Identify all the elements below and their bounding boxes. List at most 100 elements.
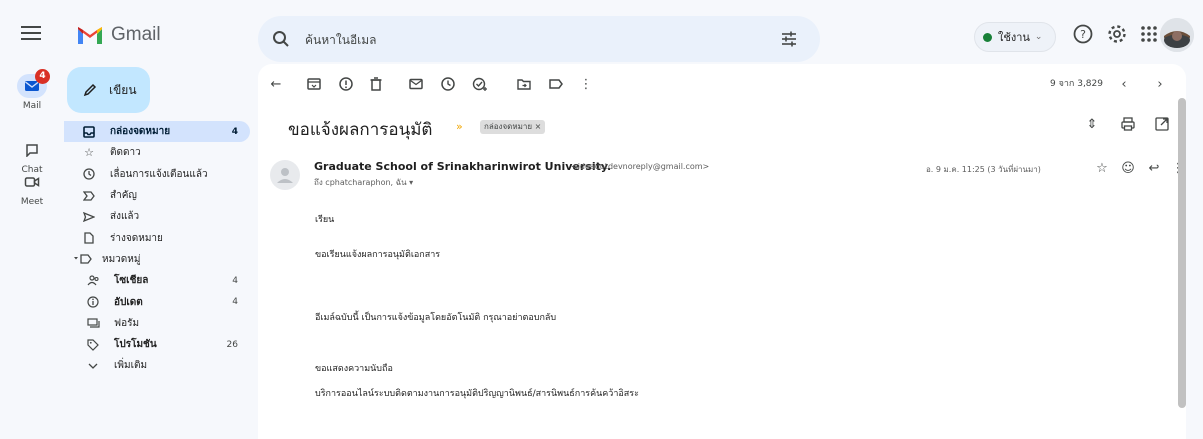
promotions-count: 26: [226, 339, 238, 350]
important-marker-icon[interactable]: »: [456, 120, 463, 133]
body-line-1: ขอเรียนแจ้งผลการอนุมัติเอกสาร: [315, 250, 441, 260]
social-count: 4: [232, 275, 238, 286]
rail-meet[interactable]: Meet: [0, 170, 64, 207]
sidebar-item-label: ร่างจดหมาย: [110, 232, 163, 244]
sidebar-item-label: สำคัญ: [110, 190, 137, 202]
reply-icon[interactable]: ↩: [1146, 160, 1162, 176]
search-input[interactable]: ค้นหาในอีเมล: [305, 31, 377, 50]
sidebar-item-sent[interactable]: ส่งแล้ว: [64, 206, 250, 227]
sidebar-item-more[interactable]: เพิ่มเติม: [64, 355, 250, 376]
sidebar-item-forums[interactable]: ฟอรัม: [64, 313, 250, 334]
email-subject: ขอแจ้งผลการอนุมัติ: [288, 120, 433, 140]
previous-page-icon[interactable]: ‹: [1116, 76, 1132, 92]
sidebar-nav: กล่องจดหมาย 4 ☆ ติดดาว เลื่อนการแจ้งเตือ…: [64, 121, 250, 377]
updates-count: 4: [232, 297, 238, 308]
account-avatar[interactable]: [1160, 18, 1194, 52]
inbox-count: 4: [231, 126, 238, 137]
meet-rail-icon-wrap: [17, 170, 47, 194]
main-menu-icon[interactable]: [21, 26, 41, 40]
status-label: ใช้งาน: [998, 31, 1030, 44]
recipients-line[interactable]: ถึง cphatcharaphon, ฉัน ▾: [314, 176, 413, 189]
status-dot-icon: [983, 32, 992, 42]
clock-icon: [82, 167, 96, 181]
status-button[interactable]: ใช้งาน ⌄: [974, 22, 1056, 52]
star-icon[interactable]: ☆: [1094, 160, 1110, 176]
inbox-icon: [82, 125, 96, 139]
archive-icon[interactable]: [306, 76, 322, 92]
sidebar-item-label: ฟอรัม: [114, 317, 140, 329]
email-date: อ. 9 ม.ค. 11:25 (3 วันที่ผ่านมา): [926, 165, 1041, 174]
sidebar-item-inbox[interactable]: กล่องจดหมาย 4: [64, 121, 250, 143]
draft-file-icon: [82, 231, 96, 245]
chat-icon: [26, 144, 38, 157]
message-toolbar: ← ⋮ 9 จาก 3,829 ‹ ›: [258, 64, 1186, 100]
sidebar-item-promotions[interactable]: โปรโมชัน 26: [64, 334, 250, 355]
more-vert-icon[interactable]: ⋮: [578, 76, 594, 92]
people-icon: [86, 274, 100, 288]
chevron-down-icon: ⌄: [1034, 32, 1043, 42]
sidebar-item-social[interactable]: โซเชียล 4: [64, 270, 250, 291]
sidebar-item-snoozed[interactable]: เลื่อนการแจ้งเตือนแล้ว: [64, 164, 250, 185]
sidebar-item-drafts[interactable]: ร่างจดหมาย: [64, 227, 250, 248]
rail-label-meet: Meet: [20, 197, 44, 207]
settings-icon[interactable]: [1106, 23, 1128, 45]
message-pane: ← ⋮ 9 จาก 3,829 ‹ › ขอแจ้งผลการอนุมัติ »: [258, 64, 1186, 439]
sidebar-item-label: เพิ่มเติม: [114, 360, 148, 372]
move-to-folder-icon[interactable]: [516, 76, 532, 92]
expand-all-icon[interactable]: ⇕: [1084, 116, 1100, 132]
open-new-window-icon[interactable]: [1154, 116, 1170, 132]
sidebar-item-starred[interactable]: ☆ ติดดาว: [64, 142, 250, 163]
rail-label-mail: Mail: [22, 101, 42, 111]
pager-count: 9 จาก 3,829: [1050, 79, 1103, 89]
report-spam-icon[interactable]: [338, 76, 354, 92]
compose-button[interactable]: เขียน: [67, 67, 150, 113]
mark-unread-icon[interactable]: [408, 76, 424, 92]
sender-avatar: [270, 160, 300, 190]
back-arrow-icon[interactable]: ←: [268, 76, 284, 92]
sidebar-item-important[interactable]: สำคัญ: [64, 185, 250, 206]
apps-grid-icon[interactable]: [1138, 23, 1160, 45]
pencil-icon: [83, 83, 97, 97]
rail-mail[interactable]: 4 Mail: [0, 69, 64, 111]
next-page-icon[interactable]: ›: [1152, 76, 1168, 92]
person-icon: [277, 168, 293, 183]
compose-label: เขียน: [109, 82, 137, 97]
important-icon: [82, 189, 96, 203]
sidebar-item-categories[interactable]: หมวดหมู่: [64, 249, 250, 270]
sidebar-item-label: ติดดาว: [110, 147, 141, 159]
label-chevron-icon: [72, 252, 94, 266]
mail-badge: 4: [35, 69, 50, 84]
avatar-image-icon: [1160, 18, 1194, 52]
sidebar-item-updates[interactable]: อัปเดต 4: [64, 291, 250, 312]
print-icon[interactable]: [1120, 116, 1136, 132]
header: Gmail ค้นหาในอีเมล ใช้งาน ⌄ ?: [0, 0, 1203, 64]
gmail-logo[interactable]: Gmail: [76, 24, 161, 46]
search-bar[interactable]: ค้นหาในอีเมล: [258, 16, 820, 62]
app-name: Gmail: [111, 24, 161, 45]
add-task-icon[interactable]: [472, 76, 488, 92]
inbox-label-chip[interactable]: กล่องจดหมาย ×: [480, 120, 546, 134]
sender-name[interactable]: Graduate School of Srinakharinwirot Univ…: [314, 160, 611, 173]
forum-icon: [86, 316, 100, 330]
label-icon[interactable]: [548, 76, 564, 92]
body-line-4: บริการออนไลน์ระบบติดตามงานการอนุมัติปริญ…: [315, 389, 639, 399]
search-icon[interactable]: [272, 30, 290, 48]
sidebar-item-label: ส่งแล้ว: [110, 211, 140, 223]
video-camera-icon: [24, 177, 40, 187]
scrollbar[interactable]: [1178, 98, 1186, 408]
search-options-icon[interactable]: [780, 30, 798, 48]
sender-name-text: Graduate School of Srinakharinwirot Univ…: [314, 160, 612, 173]
emoji-react-icon[interactable]: ☺: [1120, 160, 1136, 176]
snooze-clock-icon[interactable]: [440, 76, 456, 92]
sidebar-item-label: โซเชียล: [114, 275, 149, 287]
chat-rail-icon-wrap: [17, 138, 47, 162]
gmail-m-icon: [78, 26, 102, 44]
info-icon: [86, 295, 100, 309]
delete-icon[interactable]: [368, 76, 384, 92]
help-icon[interactable]: ?: [1072, 23, 1094, 45]
tag-icon: [86, 338, 100, 352]
sender-email: <ideadotdevnoreply@gmail.com>: [571, 162, 710, 171]
sidebar-item-label: โปรโมชัน: [114, 339, 157, 351]
sidebar-item-label: เลื่อนการแจ้งเตือนแล้ว: [110, 168, 208, 180]
body-line-2: อีเมล์ฉบับนี้ เป็นการแจ้งข้อมูลโดยอัตโนม…: [315, 313, 557, 323]
